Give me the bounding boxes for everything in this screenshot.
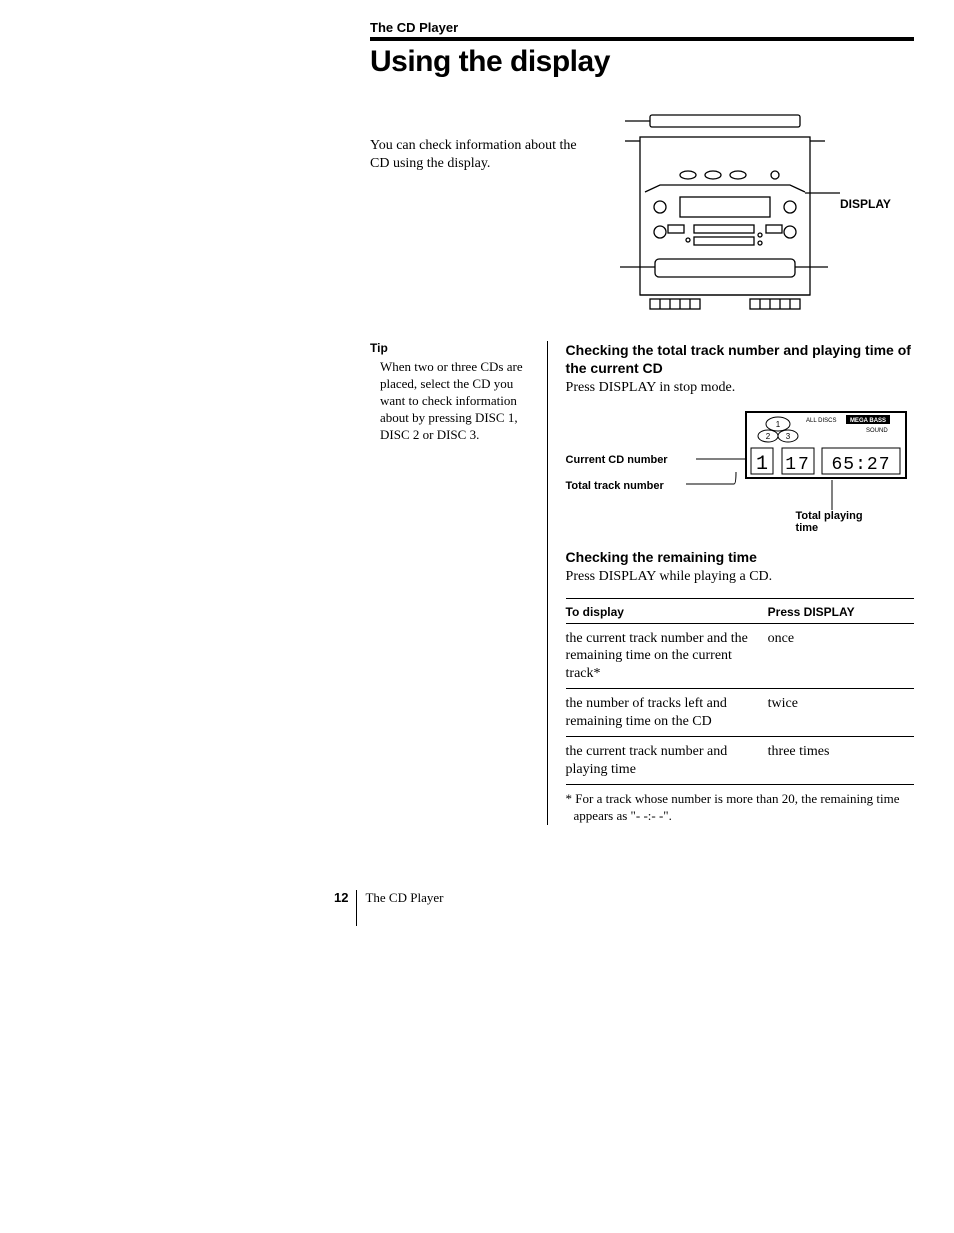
table-row: the current track number and playing tim…: [566, 737, 914, 785]
section1-heading: Checking the total track number and play…: [566, 341, 914, 377]
display-table: To display Press DISPLAY the current tra…: [566, 598, 914, 786]
page-footer: 12 The CD Player: [334, 890, 443, 926]
td-right: three times: [768, 737, 914, 785]
display-callout-label: DISPLAY: [840, 197, 891, 211]
lcd-time: 65:27: [831, 455, 890, 475]
table-row: the current track number and the remaini…: [566, 623, 914, 689]
section1-body: Press DISPLAY in stop mode.: [566, 379, 914, 397]
lcd-indicator-left: ALL DISCS: [806, 418, 836, 424]
lcd-disc-1: 1: [775, 420, 780, 429]
td-right: once: [768, 623, 914, 689]
footnote: * For a track whose number is more than …: [566, 791, 914, 825]
td-left: the current track number and playing tim…: [566, 737, 768, 785]
lcd-big-track: 1: [756, 453, 768, 476]
lcd-disc-3: 3: [785, 432, 790, 441]
lcd-track-count: 17: [785, 455, 811, 475]
lcd-indicator-sub: SOUND: [866, 428, 888, 434]
td-right: twice: [768, 689, 914, 737]
tip-body: When two or three CDs are placed, select…: [370, 359, 535, 443]
rule: [370, 37, 914, 41]
page-title: Using the display: [370, 45, 914, 79]
lcd-indicator-right: MEGA BASS: [849, 418, 885, 424]
intro-text: You can check information about the CD u…: [370, 107, 590, 173]
page-number: 12: [334, 890, 348, 905]
th-press-display: Press DISPLAY: [768, 598, 914, 623]
th-to-display: To display: [566, 598, 768, 623]
td-left: the current track number and the remaini…: [566, 623, 768, 689]
table-row: the number of tracks left and remaining …: [566, 689, 914, 737]
td-left: the number of tracks left and remaining …: [566, 689, 768, 737]
section-header: The CD Player: [370, 20, 914, 35]
footer-section: The CD Player: [365, 890, 443, 906]
lcd-diagram: Current CD number Total track number Tot…: [566, 410, 914, 540]
tip-heading: Tip: [370, 341, 535, 355]
lcd-disc-2: 2: [765, 432, 770, 441]
footer-divider: [356, 890, 357, 926]
section2-body: Press DISPLAY while playing a CD.: [566, 568, 914, 586]
device-illustration: DISPLAY: [610, 107, 840, 317]
section2-heading: Checking the remaining time: [566, 548, 914, 566]
